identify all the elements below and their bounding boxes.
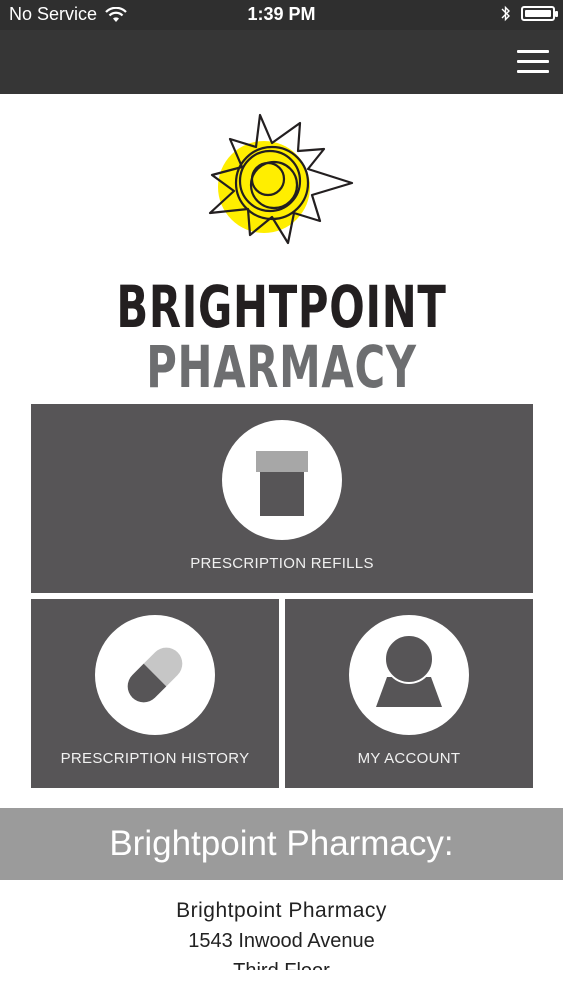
info-body: Brightpoint Pharmacy 1543 Inwood Avenue … bbox=[0, 896, 563, 970]
pharmacy-name: Brightpoint Pharmacy bbox=[176, 899, 387, 922]
address-line-1: 1543 Inwood Avenue bbox=[188, 930, 375, 952]
refills-label: PRESCRIPTION REFILLS bbox=[190, 555, 374, 572]
battery-icon bbox=[521, 6, 558, 21]
account-icon-circle bbox=[349, 615, 469, 735]
history-icon-circle bbox=[95, 615, 215, 735]
sun-logo-icon bbox=[208, 113, 354, 245]
user-icon bbox=[376, 634, 442, 707]
history-label: PRESCRIPTION HISTORY bbox=[60, 750, 250, 767]
address-line-2: Third Floor bbox=[0, 956, 563, 970]
capsule-icon bbox=[127, 647, 183, 703]
my-account-tile[interactable]: MY ACCOUNT bbox=[285, 599, 533, 788]
account-label: MY ACCOUNT bbox=[357, 750, 461, 767]
info-header: Brightpoint Pharmacy: bbox=[0, 808, 563, 880]
brand-subtitle: PHARMACY bbox=[146, 333, 417, 401]
status-time: 1:39 PM bbox=[247, 4, 316, 24]
bluetooth-icon bbox=[501, 5, 510, 22]
refills-icon-circle bbox=[222, 420, 342, 540]
prescription-history-tile[interactable]: PRESCRIPTION HISTORY bbox=[31, 599, 279, 788]
nav-bar bbox=[0, 30, 563, 94]
pill-bottle-icon bbox=[256, 451, 308, 516]
status-right bbox=[501, 5, 558, 22]
status-bar: No Service 1:39 PM bbox=[0, 0, 563, 30]
prescription-refills-tile[interactable]: PRESCRIPTION REFILLS bbox=[31, 404, 533, 593]
hamburger-menu-icon[interactable] bbox=[517, 50, 549, 74]
